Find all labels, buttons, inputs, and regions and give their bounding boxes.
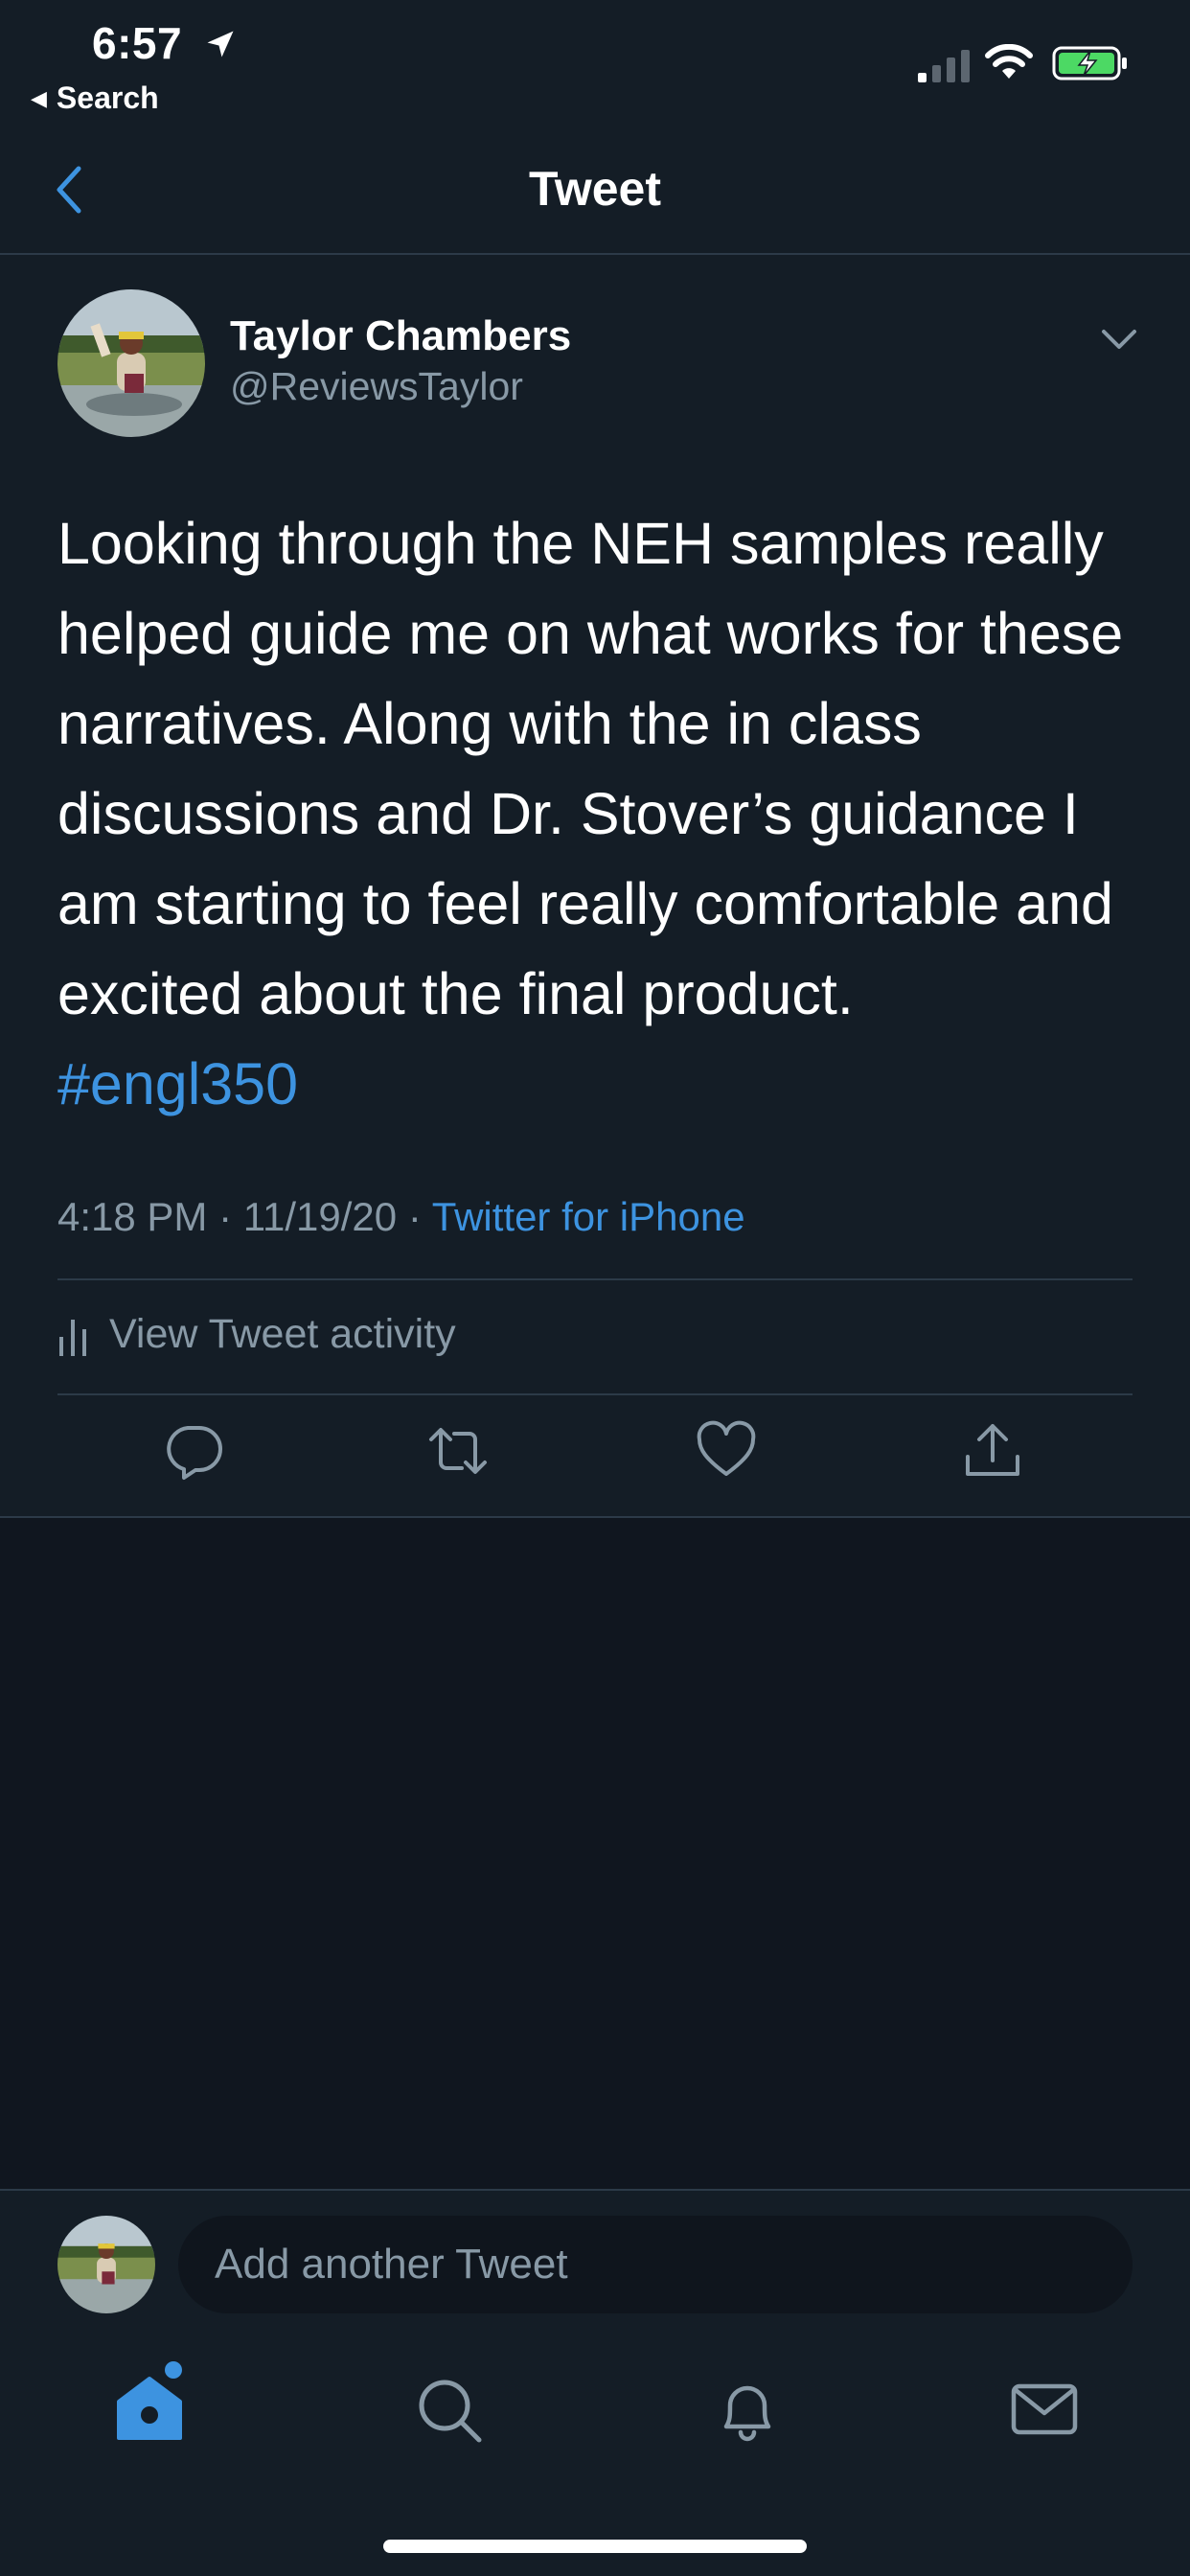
tweet-text: Looking through the NEH samples really h… <box>57 511 1124 1026</box>
replies-area <box>0 1518 1190 2191</box>
tweet-date: 11/19/20 <box>242 1194 398 1239</box>
back-to-app-button[interactable]: ◀ Search <box>31 80 159 116</box>
retweet-icon[interactable] <box>427 1420 489 1482</box>
composer-avatar-photo <box>57 2216 155 2313</box>
author-avatar[interactable] <box>57 289 205 437</box>
status-time: 6:57 <box>92 18 183 68</box>
reply-icon[interactable] <box>163 1420 224 1482</box>
author-handle[interactable]: @ReviewsTaylor <box>230 364 523 409</box>
meta-separator: · <box>407 1194 422 1239</box>
add-another-tweet-input[interactable] <box>178 2216 1133 2313</box>
page-title: Tweet <box>529 162 661 216</box>
heart-icon[interactable] <box>696 1420 757 1482</box>
back-to-app-label: Search <box>56 80 159 115</box>
share-icon[interactable] <box>962 1420 1023 1482</box>
nav-divider <box>0 253 1190 255</box>
search-icon[interactable] <box>410 2371 487 2448</box>
view-tweet-activity-label: View Tweet activity <box>109 1311 456 1357</box>
battery-charging-icon <box>1052 46 1127 80</box>
tweet-source-link[interactable]: Twitter for iPhone <box>432 1194 745 1239</box>
composer-avatar <box>57 2216 155 2313</box>
bell-icon[interactable] <box>709 2371 786 2448</box>
tweet-meta: 4:18 PM · 11/19/20 · Twitter for iPhone <box>57 1194 745 1240</box>
tweet-body: Looking through the NEH samples really h… <box>57 498 1140 1129</box>
composer-divider <box>0 2189 1190 2191</box>
activity-divider <box>57 1393 1133 1395</box>
cellular-signal-icon <box>918 50 970 82</box>
bar-chart-icon <box>59 1319 86 1356</box>
home-indicator[interactable] <box>383 2540 807 2553</box>
author-name[interactable]: Taylor Chambers <box>230 312 571 360</box>
avatar-photo <box>57 289 205 437</box>
meta-separator: · <box>218 1194 233 1239</box>
mail-icon[interactable] <box>1006 2371 1083 2448</box>
wifi-icon <box>985 44 1033 79</box>
hashtag-link[interactable]: #engl350 <box>57 1039 1140 1129</box>
tweet-time: 4:18 PM <box>57 1194 208 1239</box>
chevron-down-icon[interactable] <box>1096 320 1142 358</box>
meta-divider <box>57 1278 1133 1280</box>
home-icon[interactable] <box>111 2371 188 2448</box>
back-triangle-icon: ◀ <box>31 85 47 110</box>
view-tweet-activity-button[interactable]: View Tweet activity <box>57 1311 456 1358</box>
location-arrow-icon <box>207 31 234 58</box>
